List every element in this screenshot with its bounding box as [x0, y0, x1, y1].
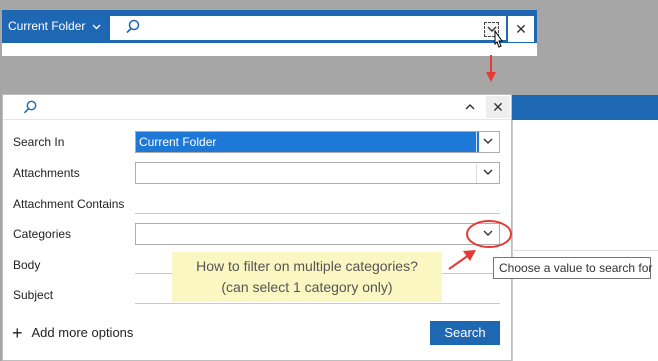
search-button[interactable]: Search	[430, 321, 500, 345]
collapse-panel-button[interactable]	[461, 98, 479, 116]
annotation-arrow-icon	[484, 54, 498, 84]
tooltip: Choose a value to search for	[493, 257, 652, 279]
subject-label: Subject	[13, 288, 54, 302]
field-underline	[135, 303, 500, 304]
divider	[512, 250, 658, 251]
search-scope-label: Current Folder	[8, 19, 86, 33]
close-icon: ✕	[515, 21, 527, 37]
search-icon	[124, 18, 142, 36]
annotation-highlight-circle	[465, 219, 513, 249]
attachment-contains-label: Attachment Contains	[13, 197, 125, 211]
close-icon: ✕	[492, 99, 504, 115]
attachments-label: Attachments	[13, 166, 80, 180]
categories-label: Categories	[13, 227, 72, 241]
plus-icon: +	[12, 323, 23, 343]
annotation-arrow-icon	[445, 247, 479, 273]
chevron-down-icon	[92, 10, 101, 43]
chevron-down-icon	[476, 132, 499, 152]
search-scope-button[interactable]: Current Folder	[2, 10, 106, 43]
add-more-options-label: Add more options	[31, 325, 134, 340]
search-input[interactable]	[110, 16, 506, 40]
background-pane	[512, 95, 658, 361]
add-more-options-button[interactable]: + Add more options	[12, 323, 133, 343]
attachment-contains-input[interactable]	[135, 195, 500, 213]
chevron-down-icon	[476, 163, 499, 183]
panel-search-header[interactable]	[3, 95, 511, 120]
field-underline	[135, 213, 500, 214]
categories-dropdown[interactable]	[135, 223, 500, 245]
callout-line-1: How to filter on multiple categories?	[196, 258, 418, 274]
search-in-label: Search In	[13, 135, 65, 149]
annotation-callout: How to filter on multiple categories? (c…	[172, 252, 442, 302]
search-icon	[22, 99, 39, 116]
close-search-button[interactable]: ✕	[508, 16, 534, 42]
search-in-dropdown[interactable]: Current Folder	[135, 131, 500, 153]
callout-line-2: (can select 1 category only)	[221, 279, 393, 295]
close-panel-button[interactable]: ✕	[486, 96, 510, 118]
attachments-dropdown[interactable]	[135, 162, 500, 184]
chevron-up-icon	[465, 104, 475, 110]
search-in-value: Current Folder	[136, 132, 479, 152]
body-label: Body	[13, 258, 41, 272]
background-pane-header	[512, 95, 658, 120]
mouse-cursor-icon	[490, 29, 506, 52]
